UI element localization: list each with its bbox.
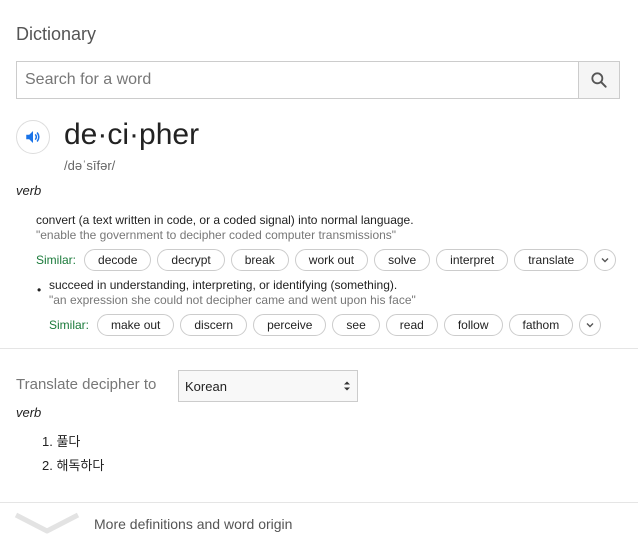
translation-item: 1. 풀다 xyxy=(42,434,81,449)
similar-chip[interactable]: perceive xyxy=(253,314,327,336)
search-input[interactable] xyxy=(17,62,578,98)
part-of-speech: verb xyxy=(16,183,42,198)
bullet-dot: • xyxy=(37,283,42,297)
chevron-down-icon xyxy=(14,512,80,534)
similar-chip[interactable]: decode xyxy=(84,249,152,271)
similar-label: Similar: xyxy=(49,318,90,332)
translate-label: Translate decipher to xyxy=(16,376,157,393)
similar-chip[interactable]: break xyxy=(230,249,289,271)
section-divider xyxy=(0,348,638,349)
pronunciation-audio-button[interactable] xyxy=(16,120,50,154)
similar-row-1: Similar: decode decrypt break work out s… xyxy=(36,248,617,272)
dictionary-title: Dictionary xyxy=(16,24,97,44)
similar-row-2: Similar: make out discern perceive see r… xyxy=(49,313,602,337)
select-arrows-icon xyxy=(344,381,350,391)
similar-chip[interactable]: decrypt xyxy=(157,249,225,271)
similar-chip[interactable]: interpret xyxy=(436,249,509,271)
definition-1: convert (a text written in code, or a co… xyxy=(36,213,414,227)
example-2: "an expression she could not decipher ca… xyxy=(49,293,416,307)
expand-similar-button[interactable] xyxy=(594,249,617,271)
similar-chip[interactable]: fathom xyxy=(508,314,574,336)
expand-similar-button[interactable] xyxy=(579,314,602,336)
similar-chip[interactable]: work out xyxy=(294,249,369,271)
similar-chip[interactable]: solve xyxy=(374,249,431,271)
definition-2: succeed in understanding, interpreting, … xyxy=(49,278,398,292)
language-select[interactable]: Korean xyxy=(178,370,358,402)
example-1: "enable the government to decipher coded… xyxy=(36,228,397,242)
translation-item: 2. 해독하다 xyxy=(42,458,105,473)
search-bar xyxy=(16,61,620,99)
similar-chip[interactable]: see xyxy=(332,314,380,336)
similar-chip[interactable]: make out xyxy=(97,314,175,336)
chevron-down-icon xyxy=(601,258,609,263)
more-definitions-label: More definitions and word origin xyxy=(94,516,293,532)
headword: de·ci·pher xyxy=(64,118,200,151)
selected-language: Korean xyxy=(185,378,227,394)
similar-chip[interactable]: follow xyxy=(443,314,503,336)
speaker-icon xyxy=(26,131,40,143)
footer-divider xyxy=(0,502,638,503)
similar-chip[interactable]: read xyxy=(385,314,438,336)
chevron-down-icon xyxy=(586,323,594,328)
more-definitions-button[interactable]: More definitions and word origin xyxy=(0,504,638,543)
translation-part-of-speech: verb xyxy=(16,405,42,420)
search-button[interactable] xyxy=(578,62,619,98)
similar-label: Similar: xyxy=(36,253,77,267)
phonetic-spelling: /dəˈsīfər/ xyxy=(64,158,116,173)
similar-chip[interactable]: translate xyxy=(514,249,589,271)
search-icon xyxy=(591,72,607,88)
similar-chip[interactable]: discern xyxy=(180,314,248,336)
